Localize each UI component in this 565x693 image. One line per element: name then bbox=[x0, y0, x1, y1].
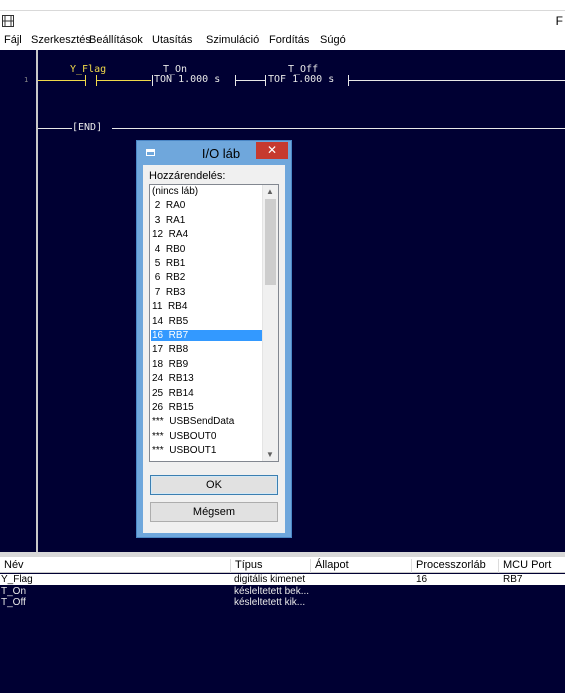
end-wire-right bbox=[112, 128, 565, 129]
cell-pin: 16 bbox=[416, 574, 428, 585]
menu-settings[interactable]: Beállítások bbox=[89, 34, 143, 46]
io-pin-dialog: I/O láb ✕ Hozzárendelés: (nincs láb) 2 R… bbox=[136, 140, 292, 538]
io-list[interactable]: Név Típus Állapot Processzorláb MCU Port… bbox=[0, 557, 565, 693]
pin-list-item[interactable]: 16 RB7 bbox=[151, 330, 262, 341]
rung-wire-yellow bbox=[38, 80, 85, 81]
pin-list-item[interactable]: 6 RB2 bbox=[151, 272, 262, 283]
pin-list-item[interactable]: 11 RB4 bbox=[151, 301, 262, 312]
pin-list-item[interactable]: 24 RB13 bbox=[151, 373, 262, 384]
pin-listbox[interactable]: (nincs láb) 2 RA0 3 RA1 12 RA4 4 RB0 5 RB… bbox=[149, 184, 279, 462]
pin-list-item[interactable]: 7 RB3 bbox=[151, 287, 262, 298]
tof-left-bar bbox=[265, 75, 266, 86]
dialog-title: I/O láb bbox=[201, 146, 241, 161]
menu-edit[interactable]: Szerkesztés bbox=[31, 34, 91, 46]
table-row[interactable]: Y_Flag digitális kimenet 16 RB7 bbox=[0, 574, 565, 585]
cell-port: RB7 bbox=[503, 574, 523, 585]
left-power-rail bbox=[36, 50, 38, 552]
rung-number: 1 bbox=[24, 76, 29, 84]
cell-type: digitális kimenet bbox=[234, 574, 306, 585]
pin-list-item[interactable]: 4 RB0 bbox=[151, 244, 262, 255]
ton-wire-in bbox=[147, 80, 151, 81]
rung-wire-2 bbox=[236, 80, 265, 81]
pin-list-item[interactable]: 26 RB15 bbox=[151, 402, 262, 413]
end-wire-left bbox=[38, 128, 72, 129]
contact-left-bar bbox=[85, 75, 86, 86]
table-row[interactable]: T_On késleltetett bek... bbox=[0, 586, 565, 597]
column-header-type[interactable]: Típus bbox=[230, 559, 263, 573]
close-button[interactable]: ✕ bbox=[256, 142, 288, 159]
pin-list-item[interactable]: *** USBOUT0 bbox=[151, 431, 262, 442]
pin-list-item[interactable]: (nincs láb) bbox=[151, 186, 262, 197]
pin-list-item[interactable]: 3 RA1 bbox=[151, 215, 262, 226]
pin-list-item[interactable]: 14 RB5 bbox=[151, 316, 262, 327]
end-label: [END] bbox=[72, 122, 103, 133]
menu-file[interactable]: Fájl bbox=[4, 34, 22, 46]
pin-list-item[interactable]: 12 RA4 bbox=[151, 229, 262, 240]
io-list-header: Név Típus Állapot Processzorláb MCU Port bbox=[0, 557, 565, 573]
pin-list-item[interactable]: *** USBOUT1 bbox=[151, 445, 262, 456]
pin-list-item[interactable]: *** USBSendData bbox=[151, 416, 262, 427]
cell-name: T_Off bbox=[1, 597, 26, 608]
pin-list-item[interactable]: 17 RB8 bbox=[151, 344, 262, 355]
ok-button[interactable]: OK bbox=[150, 475, 278, 495]
pin-list-item[interactable]: 18 RB9 bbox=[151, 359, 262, 370]
menu-bar: Fájl Szerkesztés Beállítások Utasítás Sz… bbox=[0, 32, 565, 50]
table-row[interactable]: T_Off késleltetett kik... bbox=[0, 597, 565, 608]
close-icon: ✕ bbox=[266, 143, 278, 157]
menu-help[interactable]: Súgó bbox=[320, 34, 346, 46]
dialog-body: Hozzárendelés: (nincs láb) 2 RA0 3 RA1 12… bbox=[143, 165, 285, 533]
cell-name: Y_Flag bbox=[1, 574, 33, 585]
column-header-port[interactable]: MCU Port bbox=[498, 559, 551, 573]
listbox-scrollbar[interactable]: ▲ ▼ bbox=[262, 185, 278, 461]
rung-wire-yellow-2[interactable] bbox=[97, 80, 147, 81]
ladder-app-icon bbox=[2, 15, 14, 27]
pin-list-item[interactable]: 25 RB14 bbox=[151, 388, 262, 399]
scroll-down-icon[interactable]: ▼ bbox=[266, 450, 274, 459]
title-bar: F bbox=[0, 10, 565, 32]
pin-list-item[interactable]: 5 RB1 bbox=[151, 258, 262, 269]
window-icon bbox=[146, 149, 155, 156]
column-header-state[interactable]: Állapot bbox=[310, 559, 349, 573]
scroll-up-icon[interactable]: ▲ bbox=[266, 187, 274, 196]
contact-label: Y_Flag bbox=[70, 64, 107, 75]
tof-text[interactable]: TOF 1.000 s bbox=[268, 74, 334, 85]
column-header-name[interactable]: Név bbox=[0, 559, 24, 573]
pin-list-item[interactable]: 2 RA0 bbox=[151, 200, 262, 211]
scroll-thumb[interactable] bbox=[265, 199, 276, 285]
menu-compile[interactable]: Fordítás bbox=[269, 34, 309, 46]
menu-instruction[interactable]: Utasítás bbox=[152, 34, 192, 46]
window-title: F bbox=[555, 14, 563, 28]
ton-left-bar bbox=[152, 75, 153, 86]
assignment-label: Hozzárendelés: bbox=[149, 170, 226, 182]
cancel-button[interactable]: Mégsem bbox=[150, 502, 278, 522]
cell-type: késleltetett bek... bbox=[234, 586, 310, 597]
menu-simulation[interactable]: Szimuláció bbox=[206, 34, 259, 46]
cell-type: késleltetett kik... bbox=[234, 597, 306, 608]
column-header-pin[interactable]: Processzorláb bbox=[411, 559, 486, 573]
rung-wire-3 bbox=[349, 80, 565, 81]
ton-text[interactable]: TON 1.000 s bbox=[154, 74, 220, 85]
cell-name: T_On bbox=[1, 586, 27, 597]
